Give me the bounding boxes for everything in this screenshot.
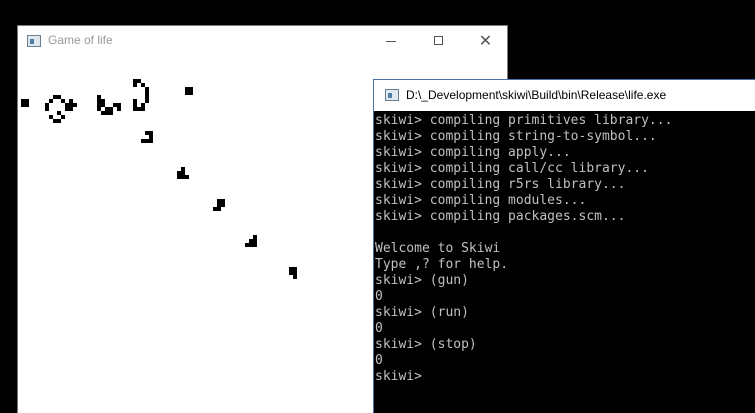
live-cell [189, 91, 193, 95]
live-cell [133, 83, 137, 87]
live-cell [117, 107, 121, 111]
live-cell [45, 107, 49, 111]
minimize-icon [385, 41, 396, 42]
live-cell [49, 99, 53, 103]
console-line: 0 [375, 321, 383, 336]
console-line: 0 [375, 289, 383, 304]
console-output[interactable]: skiwi> compiling primitives library... sk… [375, 113, 755, 413]
console-window[interactable]: D:\_Development\skiwi\Build\bin\Release\… [373, 79, 755, 413]
console-line: skiwi> compiling call/cc library... [375, 161, 649, 176]
live-cell [293, 275, 297, 279]
close-button[interactable]: ✕ [463, 26, 507, 55]
console-line: skiwi> compiling packages.scm... [375, 209, 626, 224]
live-cell [185, 175, 189, 179]
console-line: skiwi> compiling apply... [375, 145, 571, 160]
minimize-button[interactable] [368, 26, 413, 55]
console-line: skiwi> compiling primitives library... [375, 113, 673, 128]
live-cell [25, 103, 29, 107]
live-cell [221, 203, 225, 207]
live-cell [69, 107, 73, 111]
live-cell [149, 139, 153, 143]
console-line: Type ,? for help. [375, 257, 509, 272]
console-line: skiwi> compiling modules... [375, 193, 587, 208]
console-line: 0 [375, 353, 383, 368]
console-app-icon [27, 35, 41, 47]
live-cell [61, 115, 65, 119]
console-line: skiwi> (run) [375, 305, 469, 320]
console-line: skiwi> (gun) [375, 273, 469, 288]
console-line: Welcome to Skiwi [375, 241, 501, 256]
console-window-title: D:\_Development\skiwi\Build\bin\Release\… [406, 88, 667, 102]
console-line: skiwi> compiling string-to-symbol... [375, 129, 657, 144]
live-cell [217, 207, 221, 211]
live-cell [57, 119, 61, 123]
console-line: skiwi> (stop) [375, 337, 477, 352]
console-titlebar[interactable]: D:\_Development\skiwi\Build\bin\Release\… [374, 80, 755, 111]
live-cell [133, 103, 137, 107]
live-cell [73, 103, 77, 107]
console-app-icon [385, 89, 399, 101]
life-titlebar[interactable]: Game of life ✕ [18, 26, 507, 55]
live-cell [109, 111, 113, 115]
maximize-button[interactable] [416, 26, 461, 55]
console-line: skiwi> [375, 369, 422, 384]
live-cell [145, 99, 149, 103]
maximize-icon [434, 36, 443, 45]
life-window-title: Game of life [48, 33, 113, 47]
live-cell [141, 107, 145, 111]
console-line: skiwi> compiling r5rs library... [375, 177, 626, 192]
live-cell [253, 243, 257, 247]
close-icon: ✕ [478, 30, 493, 50]
